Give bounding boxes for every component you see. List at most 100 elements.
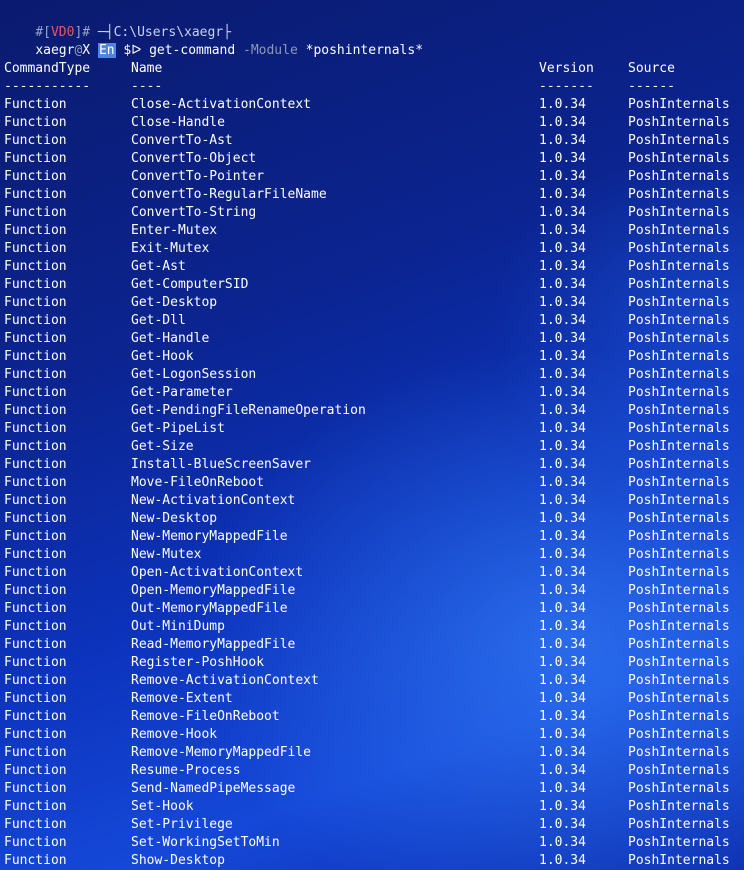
prompt-status-line: #[VD0]# ─┤C:\Users\xaegr├ [4, 6, 231, 40]
cell-name: Get-LogonSession [131, 367, 257, 382]
table-row: Function Set-WorkingSetToMin 1.0.34 PoshInt… [0, 834, 744, 852]
table-row: Function New-Desktop 1.0.34 PoshInternals [0, 510, 744, 528]
cell-version: 1.0.34 [539, 241, 586, 256]
cell-source: PoshInternals [628, 511, 730, 526]
cell-source: PoshInternals [628, 691, 730, 706]
table-row: Function Out-MemoryMappedFile 1.0.34 PoshIn… [0, 600, 744, 618]
cell-source: PoshInternals [628, 241, 730, 256]
table-row: Function Register-PoshHook 1.0.34 PoshInter… [0, 654, 744, 672]
cell-version: 1.0.34 [539, 673, 586, 688]
cell-source: PoshInternals [628, 799, 730, 814]
cell-source: PoshInternals [628, 331, 730, 346]
language-badge: En [97, 43, 116, 58]
cell-source: PoshInternals [628, 367, 730, 382]
table-row: Function Get-Handle 1.0.34 PoshInternals [0, 330, 744, 348]
table-row: Function Install-BlueScreenSaver 1.0.34 Pos… [0, 456, 744, 474]
cell-name: Register-PoshHook [131, 655, 265, 670]
table-row: Function Get-ComputerSID 1.0.34 PoshInterna… [0, 276, 744, 294]
cell-name: Close-Handle [131, 115, 225, 130]
cell-version: 1.0.34 [539, 313, 586, 328]
cell-source: PoshInternals [628, 349, 730, 364]
cell-name: Close-ActivationContext [131, 97, 312, 112]
cell-source: PoshInternals [628, 835, 730, 850]
table-row: Function Open-MemoryMappedFile 1.0.34 PoshI… [0, 582, 744, 600]
separator-version: ------- [539, 79, 594, 94]
table-row: Function Get-Ast 1.0.34 PoshInternals [0, 258, 744, 276]
cell-name: Remove-FileOnReboot [131, 709, 280, 724]
cell-name: Move-FileOnReboot [131, 475, 265, 490]
cell-version: 1.0.34 [539, 223, 586, 238]
cell-name: ConvertTo-Object [131, 151, 257, 166]
header-source: Source [628, 61, 675, 76]
command-line[interactable]: xaegr@X En $ᐅ get-command -Module *poshi… [4, 24, 423, 58]
cell-version: 1.0.34 [539, 205, 586, 220]
cell-version: 1.0.34 [539, 439, 586, 454]
table-row: Function Remove-Extent 1.0.34 PoshInternals [0, 690, 744, 708]
prompt-host: X [82, 43, 91, 58]
table-row: Function Close-Handle 1.0.34 PoshInternals [0, 114, 744, 132]
header-version: Version [539, 61, 594, 76]
table-row: Function Exit-Mutex 1.0.34 PoshInternals [0, 240, 744, 258]
cell-version: 1.0.34 [539, 655, 586, 670]
cell-version: 1.0.34 [539, 817, 586, 832]
cell-version: 1.0.34 [539, 331, 586, 346]
cell-source: PoshInternals [628, 295, 730, 310]
header-commandtype: CommandType [4, 61, 91, 76]
cell-commandtype: Function [4, 457, 67, 472]
cell-name: Set-Privilege [131, 817, 233, 832]
table-row: Function Out-MiniDump 1.0.34 PoshInternals [0, 618, 744, 636]
cell-source: PoshInternals [628, 439, 730, 454]
cell-commandtype: Function [4, 763, 67, 778]
cell-name: Show-Desktop [131, 853, 225, 868]
prompt-user: xaegr [35, 43, 75, 58]
cell-commandtype: Function [4, 223, 67, 238]
cell-commandtype: Function [4, 511, 67, 526]
cell-name: Enter-Mutex [131, 223, 218, 238]
cell-name: Resume-Process [131, 763, 241, 778]
cell-commandtype: Function [4, 331, 67, 346]
cell-name: Get-Parameter [131, 385, 233, 400]
table-row: Function ConvertTo-Pointer 1.0.34 PoshInter… [0, 168, 744, 186]
cell-version: 1.0.34 [539, 529, 586, 544]
cell-commandtype: Function [4, 835, 67, 850]
cell-name: Get-Dll [131, 313, 186, 328]
table-row: Function Resume-Process 1.0.34 PoshInternal… [0, 762, 744, 780]
cell-commandtype: Function [4, 781, 67, 796]
table-row: Function Show-Desktop 1.0.34 PoshInternals [0, 852, 744, 870]
cell-name: Install-BlueScreenSaver [131, 457, 312, 472]
cell-name: Get-Hook [131, 349, 194, 364]
cell-source: PoshInternals [628, 457, 730, 472]
cell-version: 1.0.34 [539, 367, 586, 382]
separator-commandtype: ----------- [4, 79, 91, 94]
cell-commandtype: Function [4, 115, 67, 130]
table-row: Function ConvertTo-Object 1.0.34 PoshIntern… [0, 150, 744, 168]
cell-name: Get-PendingFileRenameOperation [131, 403, 366, 418]
cell-name: Set-Hook [131, 799, 194, 814]
cell-name: Send-NamedPipeMessage [131, 781, 296, 796]
cell-commandtype: Function [4, 97, 67, 112]
table-row: Function Get-Hook 1.0.34 PoshInternals [0, 348, 744, 366]
cell-version: 1.0.34 [539, 493, 586, 508]
prompt-symbol: $ᐅ [123, 43, 142, 58]
cell-commandtype: Function [4, 817, 67, 832]
cell-name: New-Mutex [131, 547, 202, 562]
table-row: Function Remove-ActivationContext 1.0.34 Po… [0, 672, 744, 690]
table-row: Function Read-MemoryMappedFile 1.0.34 PoshI… [0, 636, 744, 654]
cell-version: 1.0.34 [539, 691, 586, 706]
cell-source: PoshInternals [628, 493, 730, 508]
cell-name: Remove-Hook [131, 727, 218, 742]
cell-name: New-Desktop [131, 511, 218, 526]
cell-source: PoshInternals [628, 637, 730, 652]
cell-source: PoshInternals [628, 763, 730, 778]
cell-commandtype: Function [4, 349, 67, 364]
cell-commandtype: Function [4, 745, 67, 760]
cell-version: 1.0.34 [539, 709, 586, 724]
terminal-window[interactable]: #[VD0]# ─┤C:\Users\xaegr├ xaegr@X En $ᐅ … [0, 0, 744, 870]
cell-name: Get-PipeList [131, 421, 225, 436]
cell-source: PoshInternals [628, 403, 730, 418]
table-row: Function New-Mutex 1.0.34 PoshInternals [0, 546, 744, 564]
cell-source: PoshInternals [628, 853, 730, 868]
cell-source: PoshInternals [628, 313, 730, 328]
cell-commandtype: Function [4, 151, 67, 166]
cell-source: PoshInternals [628, 565, 730, 580]
